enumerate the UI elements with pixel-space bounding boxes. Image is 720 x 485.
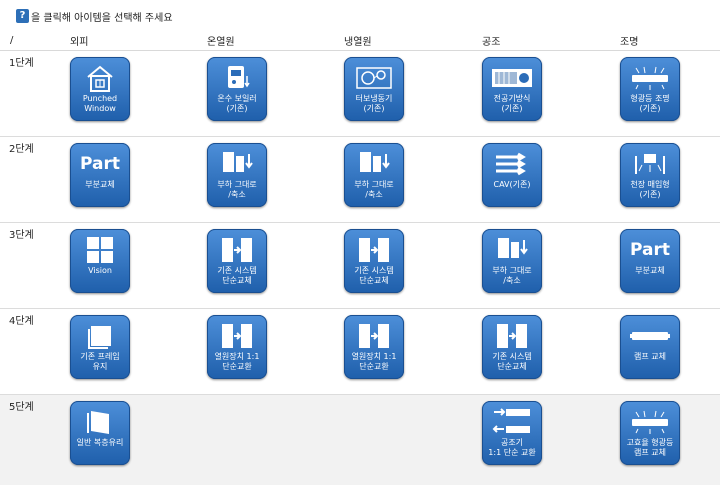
tile-caption: 형광등 조명 (기존) (630, 94, 670, 113)
system-replace-icon (482, 320, 542, 352)
tile-punched-window[interactable]: Punched Window (70, 57, 130, 121)
selection-grid: / 외피 온열원 냉열원 공조 조명 1단계 Punched Window 온수… (0, 30, 720, 485)
tile-caption: 천장 매입형 (기존) (630, 180, 670, 199)
tile-cav[interactable]: CAV(기존) (482, 143, 542, 207)
tile-lamp-replace[interactable]: 램프 교체 (620, 315, 680, 379)
tile-double-glazing[interactable]: 일반 복층유리 (70, 401, 130, 465)
system-replace-icon (207, 234, 267, 266)
ahu-exchange-icon (482, 406, 542, 438)
tile-caption: 부분교체 (635, 266, 665, 275)
system-replace-icon (344, 320, 404, 352)
frame-icon (70, 320, 130, 352)
tile-all-air-system[interactable]: 전공기방식 (기존) (482, 57, 542, 121)
house-window-icon (70, 62, 130, 94)
tile-caption: 터보냉동기 (기존) (355, 94, 393, 113)
window-grid-icon (70, 234, 130, 266)
double-glazing-icon (70, 406, 130, 438)
lamp-tube-icon (620, 320, 680, 352)
tile-caption: 기존 시스템 단순교체 (354, 266, 394, 285)
tile-load-reduce-heat[interactable]: 부하 그대로 /축소 (207, 143, 267, 207)
header-heat-source: 온열원 (207, 36, 235, 48)
cav-arrows-icon (482, 148, 542, 180)
help-instruction: ? 을 클릭해 아이템을 선택해 주세요 (16, 7, 173, 25)
tile-caption: 고효율 형광등 램프 교체 (626, 438, 674, 457)
tile-caption: 부하 그대로 /축소 (354, 180, 394, 199)
fluorescent-lamp-icon (620, 62, 680, 94)
help-text: 을 클릭해 아이템을 선택해 주세요 (31, 12, 173, 24)
tile-system-replace-hvac[interactable]: 기존 시스템 단순교체 (482, 315, 542, 379)
tile-caption: 부하 그대로 /축소 (217, 180, 257, 199)
part-text-icon: Part (630, 240, 670, 260)
air-handler-icon (482, 62, 542, 94)
stage-row-1: 1단계 Punched Window 온수 보일러 (기존) 터보냉동기 (기존… (0, 51, 720, 137)
tile-system-replace-cold[interactable]: 기존 시스템 단순교체 (344, 229, 404, 293)
tile-hot-water-boiler[interactable]: 온수 보일러 (기존) (207, 57, 267, 121)
stage-row-4: 4단계 기존 프레임 유지 열원장치 1:1 단순교환 열원장치 1:1 단순교… (0, 309, 720, 395)
system-replace-icon (207, 320, 267, 352)
tile-caption: 기존 시스템 단순교체 (217, 266, 257, 285)
stage-label: 2단계 (9, 144, 34, 155)
grid-header: / 외피 온열원 냉열원 공조 조명 (0, 30, 720, 51)
tile-ahu-exchange[interactable]: 공조기 1:1 단순 교환 (482, 401, 542, 465)
tile-turbo-chiller[interactable]: 터보냉동기 (기존) (344, 57, 404, 121)
stage-label: 5단계 (9, 402, 34, 413)
tile-caption: 기존 프레임 유지 (80, 352, 120, 371)
header-lighting: 조명 (620, 36, 639, 48)
header-corner: / (10, 34, 14, 46)
tile-caption: CAV(기존) (493, 180, 531, 189)
ceiling-light-icon (620, 148, 680, 180)
tile-caption: Punched Window (82, 94, 118, 113)
tile-caption: 램프 교체 (634, 352, 666, 361)
stage-row-2: 2단계 Part 부분교체 부하 그대로 /축소 부하 그대로 /축소 CAV(… (0, 137, 720, 223)
header-envelope: 외피 (70, 36, 89, 48)
tile-efficient-lamp[interactable]: 고효율 형광등 램프 교체 (620, 401, 680, 465)
tile-cold-source-exchange[interactable]: 열원장치 1:1 단순교환 (344, 315, 404, 379)
tile-load-reduce-hvac[interactable]: 부하 그대로 /축소 (482, 229, 542, 293)
tile-caption: 전공기방식 (기존) (493, 94, 531, 113)
help-icon: ? (16, 9, 29, 23)
stage-label: 4단계 (9, 316, 34, 327)
tile-partial-replace[interactable]: Part 부분교체 (70, 143, 130, 207)
tile-vision[interactable]: Vision (70, 229, 130, 293)
tile-keep-frame[interactable]: 기존 프레임 유지 (70, 315, 130, 379)
header-cold-source: 냉열원 (344, 36, 372, 48)
stage-label: 3단계 (9, 230, 34, 241)
tile-caption: 열원장치 1:1 단순교환 (351, 352, 397, 371)
part-text-icon: Part (80, 154, 120, 174)
efficient-lamp-icon (620, 406, 680, 438)
tile-caption: 기존 시스템 단순교체 (492, 352, 532, 371)
stage-row-3: 3단계 Vision 기존 시스템 단순교체 기존 시스템 단순교체 부하 그대… (0, 223, 720, 309)
tile-caption: 일반 복층유리 (76, 438, 124, 447)
tile-fluorescent-lighting[interactable]: 형광등 조명 (기존) (620, 57, 680, 121)
tile-heat-source-exchange[interactable]: 열원장치 1:1 단순교환 (207, 315, 267, 379)
tile-caption: 부분교체 (85, 180, 115, 189)
boiler-icon (207, 62, 267, 94)
stage-label: 1단계 (9, 58, 34, 69)
tile-caption: 공조기 1:1 단순 교환 (488, 438, 536, 457)
stage-row-5: 5단계 일반 복층유리 공조기 1:1 단순 교환 고효율 형광등 램프 교체 (0, 395, 720, 485)
tile-load-reduce-cold[interactable]: 부하 그대로 /축소 (344, 143, 404, 207)
load-reduce-icon (207, 148, 267, 180)
header-hvac: 공조 (482, 36, 501, 48)
system-replace-icon (344, 234, 404, 266)
tile-caption: 부하 그대로 /축소 (492, 266, 532, 285)
tile-partial-replace-lighting[interactable]: Part 부분교체 (620, 229, 680, 293)
tile-ceiling-recessed[interactable]: 천장 매입형 (기존) (620, 143, 680, 207)
tile-caption: Vision (88, 266, 112, 275)
load-reduce-icon (482, 234, 542, 266)
tile-caption: 온수 보일러 (기존) (217, 94, 257, 113)
load-reduce-icon (344, 148, 404, 180)
turbo-chiller-icon (344, 62, 404, 94)
tile-caption: 열원장치 1:1 단순교환 (214, 352, 260, 371)
tile-system-replace-heat[interactable]: 기존 시스템 단순교체 (207, 229, 267, 293)
